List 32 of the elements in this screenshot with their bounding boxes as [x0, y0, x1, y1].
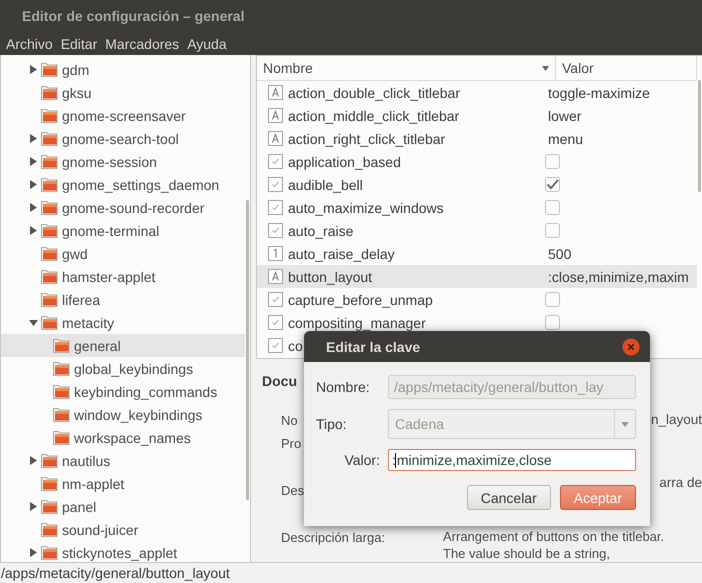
- key-name: action_right_click_titlebar: [288, 130, 446, 146]
- doc-label: Des: [281, 482, 304, 500]
- section-heading: Docu: [262, 372, 297, 391]
- key-value: 500: [547, 246, 572, 262]
- key-name: audible_bell: [288, 176, 363, 192]
- key-name: auto_maximize_windows: [288, 200, 444, 216]
- key-name: auto_raise: [288, 222, 354, 238]
- doc-label: Pro: [281, 435, 302, 453]
- key-value: menu: [547, 130, 584, 146]
- status-text: /apps/metacity/general/button_layout: [1, 565, 230, 581]
- key-name: button_layout: [288, 268, 372, 284]
- field-label: Tipo:: [316, 416, 347, 432]
- key-value: lower: [547, 108, 582, 124]
- dialog-title: Editar la clave: [326, 338, 420, 354]
- key-name: compositing_manager: [288, 314, 426, 330]
- window-title: Editor de configuración – general: [22, 8, 244, 24]
- doc-value: arra de: [659, 474, 702, 492]
- key-name: action_middle_click_titlebar: [288, 108, 460, 124]
- key-name: action_double_click_titlebar: [288, 84, 460, 100]
- field-label: Valor:: [344, 452, 380, 468]
- doc-label: Descripción larga:: [281, 529, 386, 547]
- field-label: Nombre:: [316, 379, 370, 395]
- key-name: co: [288, 338, 303, 354]
- key-value: toggle-maximize: [547, 84, 650, 100]
- name-field: /apps/metacity/general/button_lay: [388, 375, 636, 399]
- key-name: capture_before_unmap: [288, 292, 433, 308]
- doc-label: No: [281, 412, 298, 430]
- key-name: application_based: [288, 154, 401, 170]
- doc-value: Arrangement of buttons on the titlebar. The value should be a string,: [443, 528, 665, 562]
- key-value: :close,minimize,maxim: [547, 268, 689, 284]
- doc-value: n_layout: [650, 411, 702, 429]
- key-name: auto_raise_delay: [288, 246, 395, 262]
